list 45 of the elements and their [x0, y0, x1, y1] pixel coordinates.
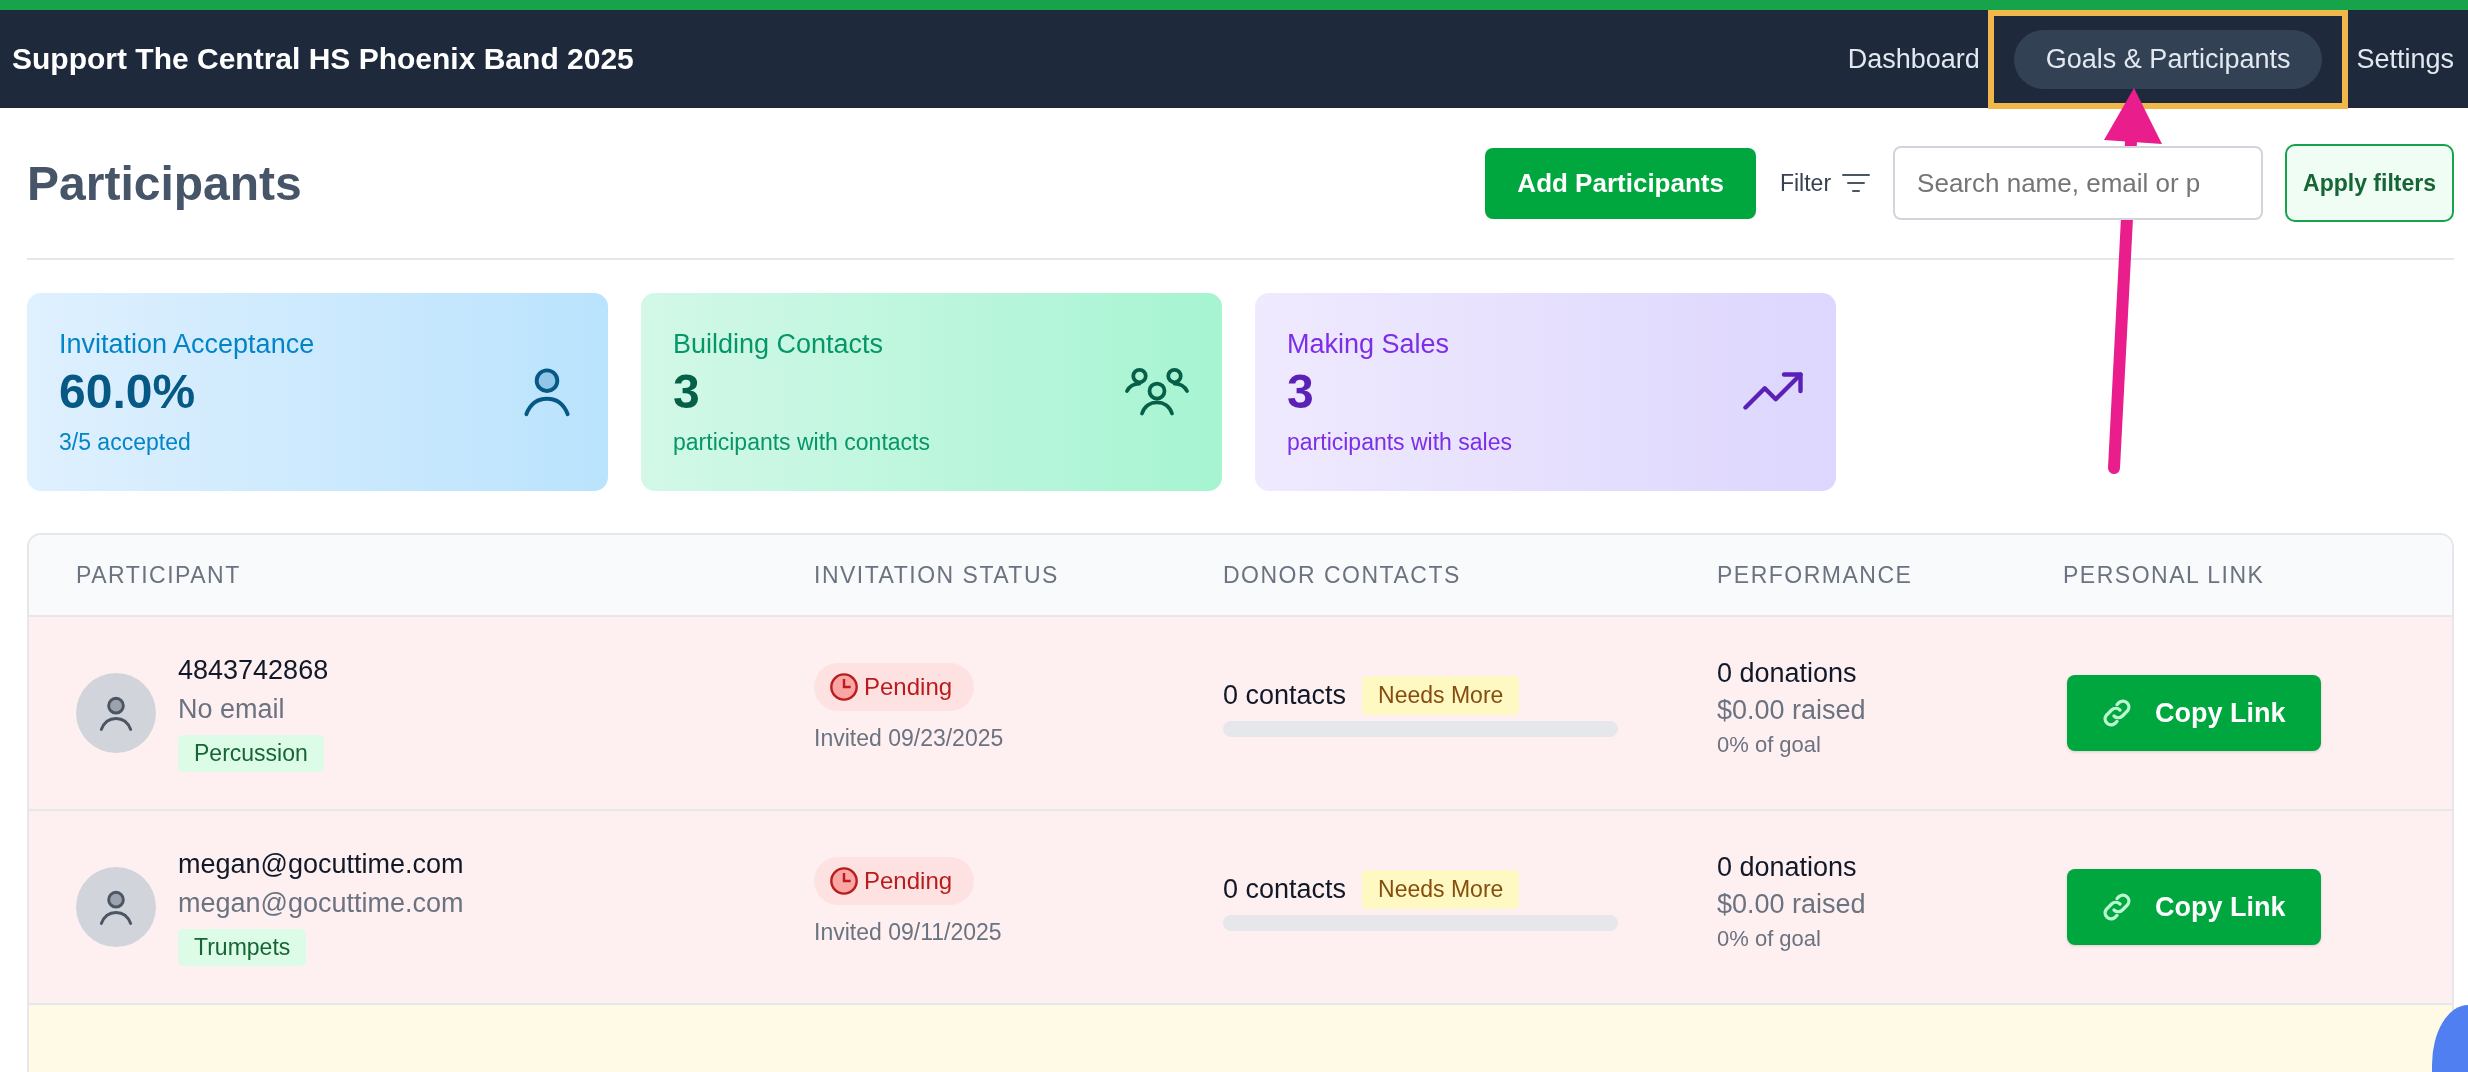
nav-link[interactable]: Goals & Participants: [2013, 29, 2323, 89]
nav-link[interactable]: Settings: [2348, 29, 2462, 89]
apply-filters-button[interactable]: Apply filters: [2285, 144, 2454, 222]
contacts-count: 0 contacts: [1223, 679, 1347, 711]
column-header: INVITATION STATUS: [814, 561, 1059, 589]
page-title: Participants: [27, 155, 303, 211]
stat-caption: participants with sales: [1287, 429, 1513, 456]
filter-label: Filter: [1779, 169, 1832, 197]
column-header: PERSONAL LINK: [2063, 561, 2265, 589]
stat-caption: 3/5 accepted: [59, 429, 192, 456]
donations-count: 0 donations: [1717, 658, 1858, 689]
campaign-title: Support The Central HS Phoenix Band 2025: [12, 42, 635, 76]
section-tag: Trumpets: [178, 928, 307, 966]
participant-name: megan@gocuttime.com: [178, 848, 464, 880]
invited-date: Invited 09/23/2025: [814, 724, 1004, 752]
clock-icon: [828, 864, 860, 897]
participant-email: megan@gocuttime.com: [178, 887, 464, 919]
needs-more-badge: Needs More: [1362, 869, 1520, 909]
stat-title: Invitation Acceptance: [59, 329, 316, 360]
participant-email: No email: [178, 693, 285, 725]
status-badge: Pending: [814, 662, 975, 711]
status-badge: Pending: [814, 856, 975, 905]
stat-title: Making Sales: [1287, 329, 1451, 360]
stat-value: 3: [1287, 364, 1315, 419]
stat-value: 3: [673, 364, 701, 419]
donations-count: 0 donations: [1717, 852, 1858, 883]
needs-more-badge: Needs More: [1362, 675, 1520, 715]
clock-icon: [828, 670, 860, 703]
nav-link[interactable]: Dashboard: [1839, 29, 1988, 89]
column-header: PARTICIPANT: [76, 561, 241, 589]
column-header: DONOR CONTACTS: [1223, 561, 1461, 589]
column-header: PERFORMANCE: [1717, 561, 1913, 589]
stat-title: Building Contacts: [673, 329, 885, 360]
stat-caption: participants with contacts: [673, 429, 931, 456]
amount-raised: $0.00 raised: [1717, 695, 1867, 726]
invited-date: Invited 09/11/2025: [814, 918, 1002, 946]
stat-value: 60.0%: [59, 364, 197, 419]
search-field[interactable]: Search name, email or p: [1893, 146, 2264, 220]
filter-icon[interactable]: [1841, 172, 1872, 194]
contacts-count: 0 contacts: [1223, 873, 1347, 905]
goal-percent: 0% of goal: [1717, 926, 1822, 952]
participant-name: 4843742868: [178, 654, 329, 686]
amount-raised: $0.00 raised: [1717, 889, 1867, 920]
section-tag: Percussion: [178, 734, 324, 772]
goal-percent: 0% of goal: [1717, 732, 1822, 758]
